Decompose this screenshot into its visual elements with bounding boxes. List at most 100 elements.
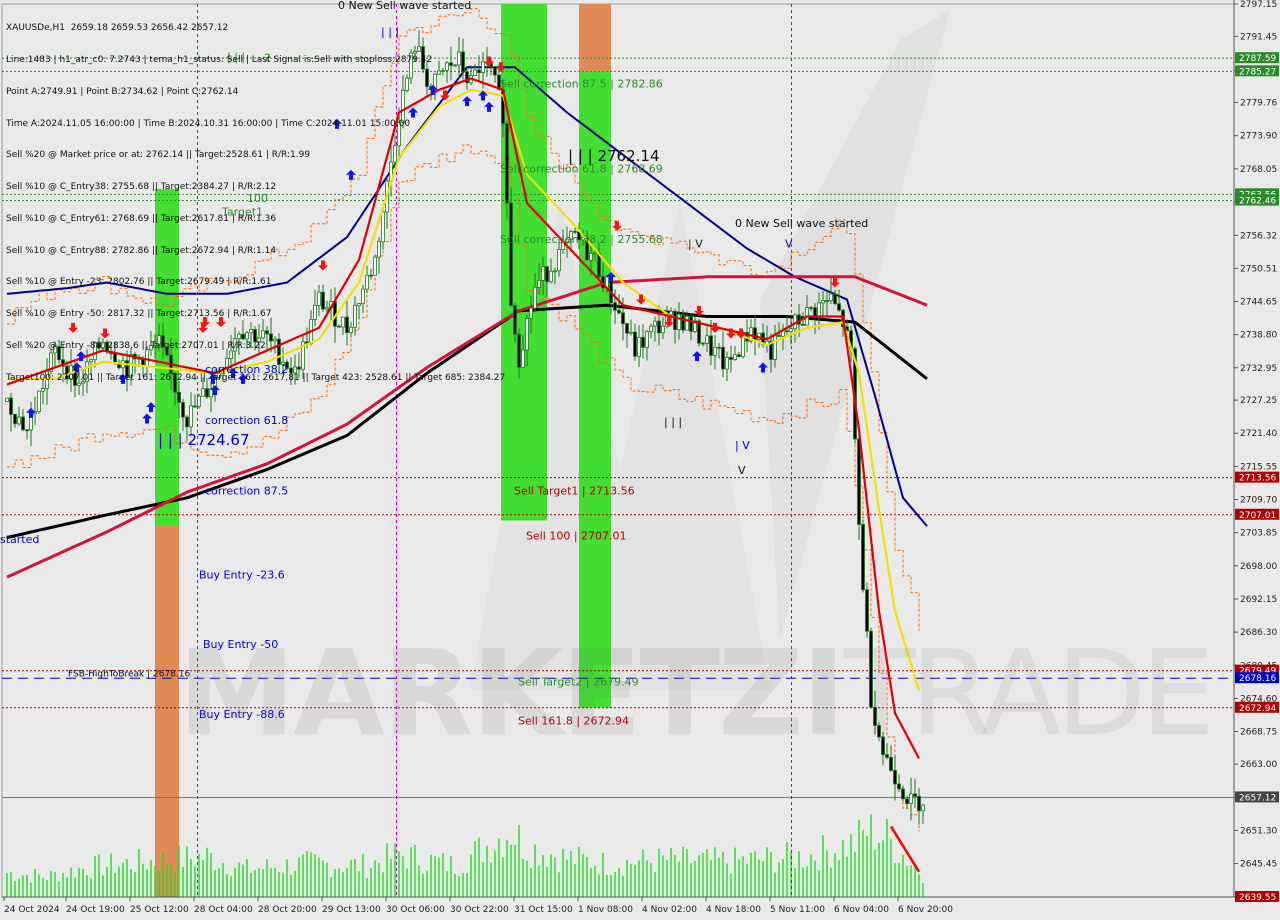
info-line-sell-e23: Sell %10 @ Entry -23: 2802.76 || Target:… [6,277,272,288]
price-tag-label: 2707.01 [1239,511,1276,521]
candle-body [617,309,621,314]
candle-body [641,336,645,348]
level-label: correction 87.5 [205,484,288,497]
candle-body [681,313,685,331]
candle-body [25,429,29,432]
candle-body [905,798,909,804]
price-tag-label: 2785.27 [1239,67,1276,77]
price-tag-label: 2672.94 [1239,704,1276,714]
candle-body [589,253,593,261]
candle-body [729,356,733,360]
candle-body [701,342,705,345]
candle-body [629,331,633,334]
candle-body [21,416,25,431]
level-label: | V [735,439,750,452]
candle-body [921,804,925,812]
candle-body [733,354,737,360]
watermark-text-2: I [801,624,846,762]
candle-body [621,312,625,325]
info-line-sell-c38: Sell %10 @ C_Entry38: 2755.68 || Target:… [6,182,277,193]
candle-body [677,313,681,330]
candle-body [861,524,865,591]
candle-body [529,307,533,319]
time-tick-label: 4 Nov 02:00 [642,905,697,915]
price-tick-label: 2692.15 [1240,595,1277,605]
time-tick-label: 25 Oct 12:00 [130,905,189,915]
level-label: FSB-HighToBreak | 2678.16 [68,669,190,679]
candle-body [801,323,805,326]
candle-body [833,293,837,305]
info-line-sell-market: Sell %20 @ Market price or at: 2762.14 |… [6,150,311,161]
time-tick-label: 24 Oct 2024 [4,905,60,915]
price-tick-label: 2651.30 [1240,826,1277,836]
price-tag-label: 2762.46 [1239,197,1276,207]
candle-body [533,286,537,309]
level-label: | | | [664,415,682,428]
candle-body [193,405,197,408]
candle-body [521,349,525,368]
price-tick-label: 2709.70 [1240,496,1277,506]
watermark: MARKETZITRADE [178,624,1215,762]
candle-body [913,793,917,797]
candle-body [649,325,653,333]
candle-body [637,336,641,357]
candle-body [917,795,921,812]
level-label: Buy Entry -23.6 [199,568,285,581]
candle-body [661,325,665,334]
time-tick-label: 31 Oct 15:00 [514,905,573,915]
price-tick-label: 2744.65 [1240,297,1277,307]
candle-body [829,293,833,302]
signal-zone-orange-3 [579,4,611,72]
candle-body [189,405,193,428]
level-label: | V [688,237,703,250]
price-tick-label: 2732.95 [1240,364,1277,374]
price-tick-label: 2686.30 [1240,628,1277,638]
price-tick-label: 2773.90 [1240,132,1277,142]
candle-body [789,328,793,332]
candle-body [689,315,693,332]
candle-body [13,413,17,425]
signal-zone-orange-1 [155,526,179,897]
time-tick-label: 30 Oct 06:00 [386,905,445,915]
candle-body [785,330,789,333]
level-label: Sell correction 38.2 | 2755.68 [500,233,663,246]
price-tick-label: 2727.25 [1240,396,1277,406]
price-tick-label: 2779.76 [1240,99,1277,109]
candle-body [517,333,521,368]
price-tick-label: 2645.45 [1240,860,1277,870]
time-tick-label: 6 Nov 20:00 [898,905,953,915]
info-line-sell-e88: Sell %20 @ Entry -88: 2838.6 || Target:2… [6,341,266,351]
info-line-targets: Target100: 2707.01 || Target 161: 2672.9… [6,372,506,383]
level-label: correction 61.8 [205,414,288,427]
level-label: Sell 100 | 2707.01 [526,530,627,543]
price-tick-label: 2797.15 [1240,0,1277,10]
candle-body [513,305,517,335]
candle-body [821,300,825,304]
watermark-text-3: TRADE [843,624,1215,762]
candle-body [909,793,913,804]
candle-body [713,346,717,356]
price-tick-label: 2750.51 [1240,264,1277,274]
info-line-status: Line:1483 | h1_atr_c0: 7.2743 | tema_h1_… [6,54,433,65]
time-tick-label: 24 Oct 19:00 [66,905,125,915]
candle-body [857,438,861,525]
price-tick-label: 2715.55 [1240,462,1277,472]
info-line-sell-c88: Sell %10 @ C_Entry88: 2782.86 || Target:… [6,245,277,256]
candle-body [685,315,689,331]
time-tick-label: 6 Nov 04:00 [834,905,889,915]
time-tick-label: 5 Nov 11:00 [770,905,825,915]
candle-body [669,310,673,316]
candle-body [737,354,741,357]
price-tick-label: 2698.00 [1240,562,1277,572]
candle-body [705,335,709,344]
candle-body [773,334,777,360]
candle-body [653,320,657,327]
price-tick-label: 2738.80 [1240,331,1277,341]
candle-body [553,270,557,273]
price-tick-label: 2721.40 [1240,429,1277,439]
time-tick-label: 4 Nov 18:00 [706,905,761,915]
time-tick-label: 30 Oct 22:00 [450,905,509,915]
info-line-symbol: XAUUSDe,H1 2659.18 2659.53 2656.42 2657.… [6,23,229,34]
time-tick-label: 29 Oct 13:00 [322,905,381,915]
candle-body [753,327,757,340]
